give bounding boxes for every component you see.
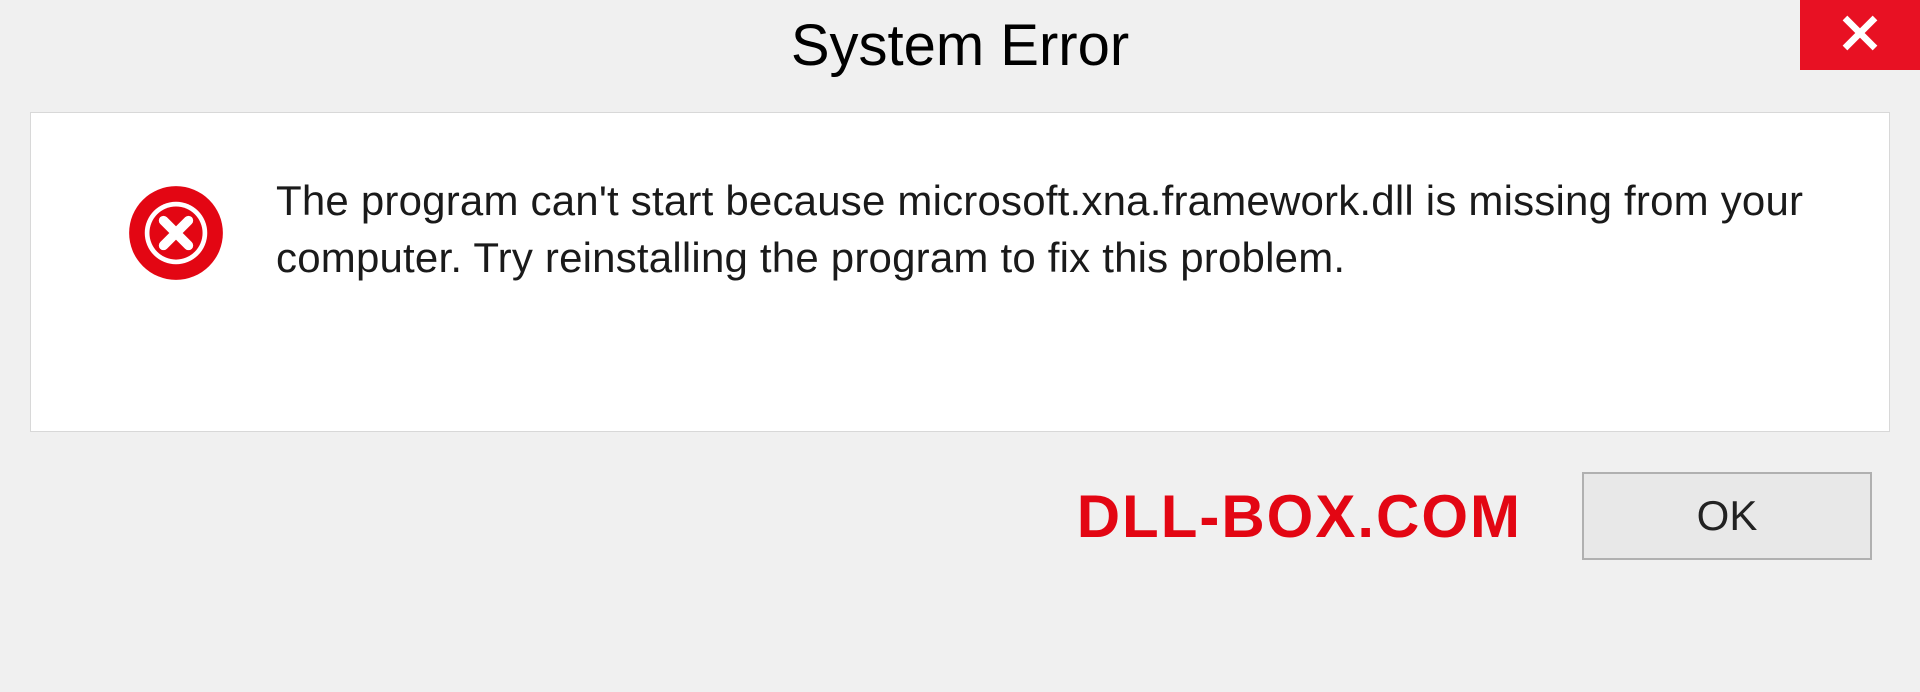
title-bar: System Error [0, 0, 1920, 100]
dialog-footer: DLL-BOX.COM OK [0, 432, 1920, 560]
error-message: The program can't start because microsof… [276, 173, 1819, 286]
ok-button[interactable]: OK [1582, 472, 1872, 560]
error-icon [126, 183, 226, 288]
content-panel: The program can't start because microsof… [30, 112, 1890, 432]
dialog-title: System Error [791, 12, 1129, 79]
close-button[interactable] [1800, 0, 1920, 70]
close-icon [1841, 14, 1879, 57]
error-dialog: System Error The program can't start bec… [0, 0, 1920, 692]
watermark-text: DLL-BOX.COM [1077, 482, 1522, 551]
